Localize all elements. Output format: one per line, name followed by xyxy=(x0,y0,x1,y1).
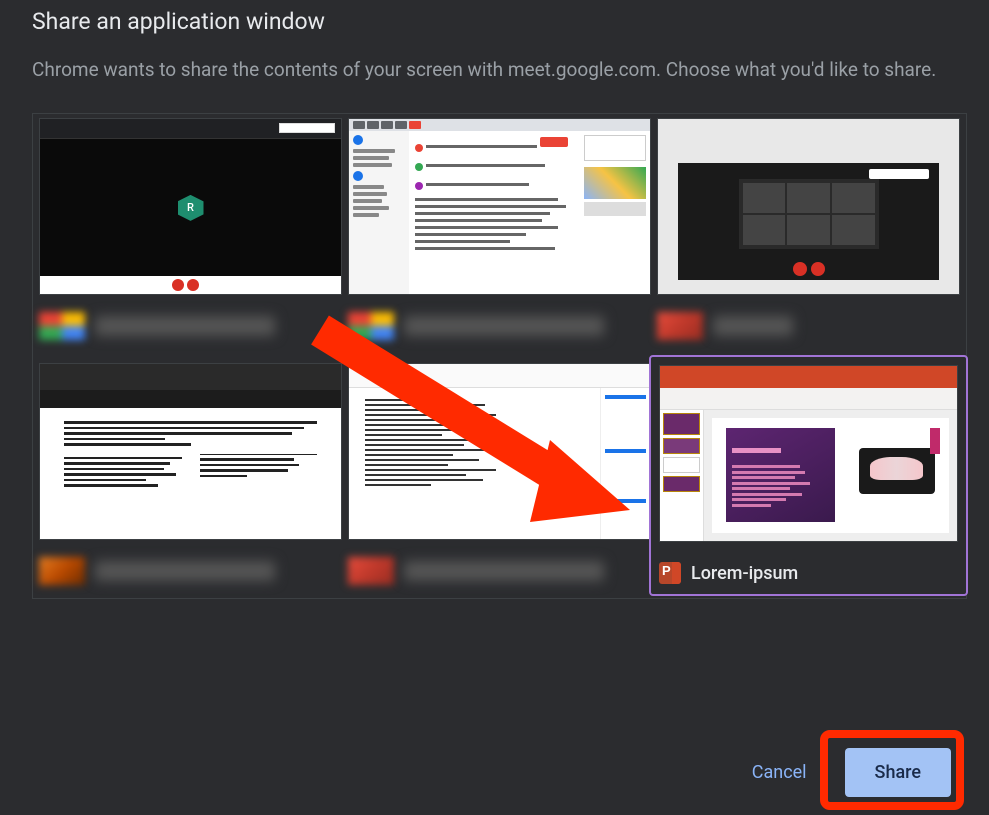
window-label xyxy=(404,561,604,581)
window-label xyxy=(404,316,604,336)
dialog-title: Share an application window xyxy=(32,8,957,35)
app-icon xyxy=(39,557,85,585)
share-window-dialog: Share an application window Chrome wants… xyxy=(0,0,989,815)
window-item[interactable] xyxy=(348,363,651,592)
window-thumbnail xyxy=(659,365,958,542)
window-thumbnail xyxy=(657,118,960,295)
window-thumbnail: R xyxy=(39,118,342,295)
app-icon xyxy=(657,312,703,340)
window-thumbnail xyxy=(348,363,651,540)
window-item[interactable] xyxy=(657,118,960,343)
cancel-button[interactable]: Cancel xyxy=(730,748,829,797)
chrome-icon xyxy=(348,312,394,340)
window-item-selected[interactable]: Lorem-ipsum xyxy=(657,363,960,592)
meet-avatar: R xyxy=(178,195,204,221)
chrome-icon xyxy=(39,312,85,340)
powerpoint-icon xyxy=(659,562,681,584)
share-button[interactable]: Share xyxy=(845,748,951,797)
dialog-subtitle: Chrome wants to share the contents of yo… xyxy=(32,55,957,85)
window-item[interactable]: R xyxy=(39,118,342,343)
app-icon xyxy=(348,557,394,585)
window-item[interactable] xyxy=(348,118,651,343)
window-label: Lorem-ipsum xyxy=(691,563,798,584)
window-label xyxy=(95,316,275,336)
window-label xyxy=(95,561,275,581)
window-item[interactable] xyxy=(39,363,342,592)
window-thumbnail xyxy=(348,118,651,295)
window-thumbnail xyxy=(39,363,342,540)
window-grid: R xyxy=(32,113,967,599)
window-label xyxy=(713,316,793,336)
dialog-footer: Cancel Share xyxy=(730,748,951,797)
